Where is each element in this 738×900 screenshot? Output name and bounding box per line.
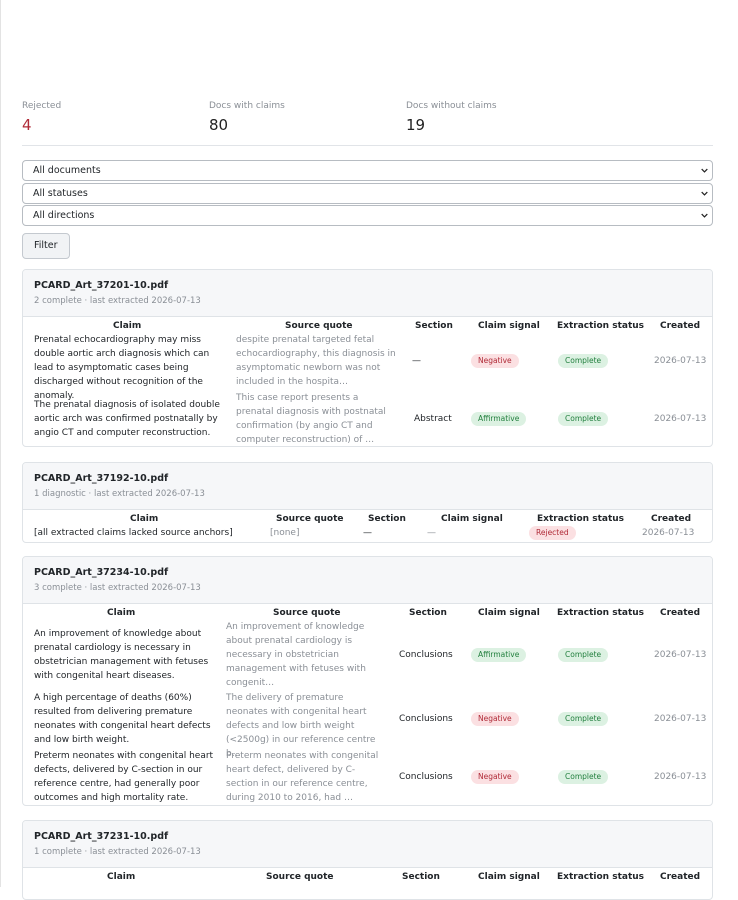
claim-text: The prenatal diagnosis of isolated doubl… xyxy=(34,400,220,438)
main-content: Rejected 4 Docs with claims 80 Docs with… xyxy=(22,100,713,259)
source-quote: An improvement of knowledge about prenat… xyxy=(226,622,366,688)
stat-label: Rejected xyxy=(22,101,62,111)
signal-badge: Negative xyxy=(471,770,519,784)
claim-text: An improvement of knowledge about prenat… xyxy=(34,629,209,681)
column-header-signal: Claim signal xyxy=(478,872,540,882)
claim-text: [all extracted claims lacked source anch… xyxy=(34,528,233,538)
stat-docs-with-claims: Docs with claims 80 xyxy=(209,100,285,136)
column-header-section: Section xyxy=(368,514,406,524)
status-badge: Complete xyxy=(558,354,609,368)
section-value: — xyxy=(363,528,372,538)
chevron-down-icon xyxy=(701,191,708,196)
column-header-status: Extraction status xyxy=(557,872,645,882)
chevron-down-icon xyxy=(701,213,708,218)
source-quote: despite prenatal targeted fetal echocard… xyxy=(236,335,396,387)
document-title[interactable]: PCARD_Art_37231-10.pdf xyxy=(34,830,701,843)
stat-docs-without-claims: Docs without claims 19 xyxy=(406,100,497,136)
stats-row: Rejected 4 Docs with claims 80 Docs with… xyxy=(22,100,713,136)
column-header-signal: Claim signal xyxy=(478,608,540,618)
column-header-created: Created xyxy=(660,608,701,618)
claim-text: A high percentage of deaths (60%) result… xyxy=(34,693,211,745)
column-header-signal: Claim signal xyxy=(478,321,540,331)
claim-text: Prenatal echocardiography may miss doubl… xyxy=(34,335,210,401)
column-header-quote: Source quote xyxy=(273,608,341,618)
column-header-section: Section xyxy=(402,872,440,882)
stat-rejected: Rejected 4 xyxy=(22,100,61,136)
signal-badge: Negative xyxy=(471,712,519,726)
column-header-section: Section xyxy=(409,608,447,618)
source-quote: Preterm neonates with congenital heart d… xyxy=(226,751,379,803)
document-card: PCARD_Art_37234-10.pdf 3 complete · last… xyxy=(22,556,713,806)
filter-form: All documents All statuses All direction… xyxy=(22,160,713,259)
direction-select-value: All directions xyxy=(33,210,95,221)
card-header: PCARD_Art_37234-10.pdf 3 complete · last… xyxy=(23,557,712,604)
source-quote: [none] xyxy=(270,528,300,538)
left-border xyxy=(0,0,1,887)
document-subtitle: 1 complete · last extracted 2026-07-13 xyxy=(34,847,201,857)
status-select-value: All statuses xyxy=(33,187,88,199)
document-subtitle: 3 complete · last extracted 2026-07-13 xyxy=(34,583,201,593)
created-date: 2026-07-13 xyxy=(654,650,707,660)
card-header: PCARD_Art_37192-10.pdf 1 diagnostic · la… xyxy=(23,463,712,510)
section-value: Conclusions xyxy=(399,772,453,782)
stat-value: 80 xyxy=(209,116,229,134)
column-header-signal: Claim signal xyxy=(441,514,503,524)
document-subtitle: 2 complete · last extracted 2026-07-13 xyxy=(34,296,201,306)
card-header: PCARD_Art_37231-10.pdf 1 complete · last… xyxy=(23,821,712,868)
created-date: 2026-07-13 xyxy=(654,414,707,424)
source-quote: This case report presents a prenatal dia… xyxy=(236,393,386,445)
signal-badge: Negative xyxy=(471,354,519,368)
signal-badge: Affirmative xyxy=(471,412,527,426)
created-date: 2026-07-13 xyxy=(642,528,695,538)
column-header-claim: Claim xyxy=(107,608,136,618)
section-value: Conclusions xyxy=(399,714,453,724)
document-title[interactable]: PCARD_Art_37201-10.pdf xyxy=(34,279,701,292)
claim-text: Preterm neonates with congenital heart d… xyxy=(34,751,214,803)
stat-value: 19 xyxy=(406,116,426,134)
created-date: 2026-07-13 xyxy=(654,714,707,724)
stat-value: 4 xyxy=(22,116,32,134)
column-header-created: Created xyxy=(651,514,692,524)
column-header-claim: Claim xyxy=(107,872,136,882)
document-card: PCARD_Art_37201-10.pdf 2 complete · last… xyxy=(22,269,713,447)
column-header-created: Created xyxy=(660,872,701,882)
document-subtitle: 1 diagnostic · last extracted 2026-07-13 xyxy=(34,489,205,499)
section-value: — xyxy=(412,356,421,366)
document-card: PCARD_Art_37231-10.pdf 1 complete · last… xyxy=(22,820,713,900)
stats-divider xyxy=(22,145,713,146)
column-header-quote: Source quote xyxy=(266,872,334,882)
column-header-status: Extraction status xyxy=(557,321,645,331)
document-select-value: All documents xyxy=(33,165,101,176)
chevron-down-icon xyxy=(701,168,708,173)
filter-button[interactable]: Filter xyxy=(22,232,70,259)
section-value: Abstract xyxy=(414,414,452,424)
section-value: Conclusions xyxy=(399,650,453,660)
column-header-quote: Source quote xyxy=(276,514,344,524)
direction-select[interactable]: All directions xyxy=(22,205,713,226)
status-badge: Complete xyxy=(558,648,609,662)
status-badge: Complete xyxy=(558,412,609,426)
stat-label: Docs with claims xyxy=(209,101,285,111)
status-badge: Complete xyxy=(558,712,609,726)
column-header-claim: Claim xyxy=(130,514,159,524)
card-header: PCARD_Art_37201-10.pdf 2 complete · last… xyxy=(23,270,712,317)
document-card: PCARD_Art_37192-10.pdf 1 diagnostic · la… xyxy=(22,462,713,543)
signal-badge: Affirmative xyxy=(471,648,527,662)
created-date: 2026-07-13 xyxy=(654,772,707,782)
column-header-section: Section xyxy=(415,321,453,331)
document-select[interactable]: All documents xyxy=(22,160,713,181)
status-badge: Complete xyxy=(558,770,609,784)
column-header-claim: Claim xyxy=(113,321,142,331)
stat-label: Docs without claims xyxy=(406,101,497,111)
status-badge: Rejected xyxy=(529,526,576,540)
document-title[interactable]: PCARD_Art_37192-10.pdf xyxy=(34,472,701,485)
created-date: 2026-07-13 xyxy=(654,356,707,366)
column-header-quote: Source quote xyxy=(285,321,353,331)
signal-value: — xyxy=(427,528,436,538)
column-header-status: Extraction status xyxy=(557,608,645,618)
column-header-status: Extraction status xyxy=(537,514,625,524)
document-title[interactable]: PCARD_Art_37234-10.pdf xyxy=(34,566,701,579)
status-select[interactable]: All statuses xyxy=(22,182,713,204)
column-header-created: Created xyxy=(660,321,701,331)
